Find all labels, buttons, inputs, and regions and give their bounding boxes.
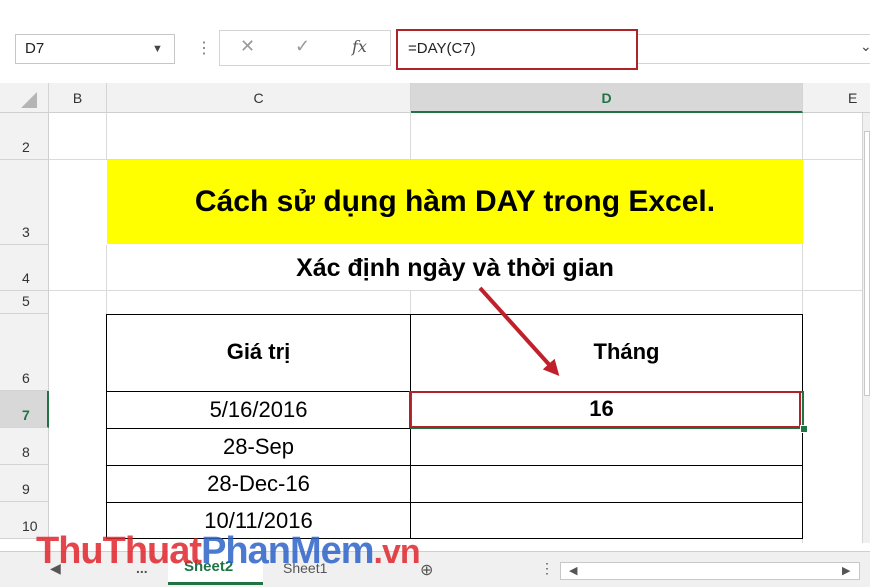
sheet-title: Cách sử dụng hàm DAY trong Excel. bbox=[194, 185, 716, 218]
cell-d8[interactable] bbox=[411, 429, 802, 465]
annotation-box bbox=[409, 391, 801, 428]
name-box[interactable]: D7 ▼ bbox=[15, 34, 175, 64]
row-header-9[interactable]: 9 bbox=[0, 465, 49, 502]
add-sheet-icon[interactable]: ⊕ bbox=[420, 560, 433, 580]
select-all-icon bbox=[21, 92, 37, 108]
formula-input[interactable]: =DAY(C7) bbox=[396, 29, 638, 70]
scroll-right-icon[interactable]: ▶ bbox=[842, 564, 850, 577]
formula-input-extension[interactable] bbox=[638, 34, 870, 64]
title-cell[interactable]: Cách sử dụng hàm DAY trong Excel. bbox=[107, 160, 803, 244]
row-header-5[interactable]: 5 bbox=[0, 291, 49, 314]
horizontal-scrollbar[interactable]: ◀ ▶ bbox=[560, 562, 860, 580]
enter-check-icon[interactable]: ✓ bbox=[295, 36, 310, 57]
fill-handle[interactable] bbox=[800, 425, 808, 433]
drag-handle-icon[interactable]: ⋮ bbox=[540, 560, 554, 577]
vertical-scroll-thumb[interactable] bbox=[864, 131, 870, 396]
column-header-e[interactable]: E bbox=[803, 83, 870, 113]
formula-buttons: ✕ ✓ fx bbox=[219, 30, 391, 66]
cell-c8[interactable]: 28-Sep bbox=[107, 434, 410, 460]
expand-formula-icon[interactable]: ⌄ bbox=[860, 38, 870, 55]
gridline bbox=[410, 113, 411, 160]
formula-text: =DAY(C7) bbox=[408, 40, 476, 57]
drag-handle-icon[interactable]: ⋮ bbox=[196, 38, 212, 58]
cell-c9[interactable]: 28-Dec-16 bbox=[107, 471, 410, 497]
column-header-c[interactable]: C bbox=[107, 83, 411, 113]
column-header-d[interactable]: D bbox=[411, 83, 803, 113]
annotation-arrow-icon bbox=[478, 286, 560, 376]
scroll-left-icon[interactable]: ◀ bbox=[569, 564, 577, 577]
name-box-value: D7 bbox=[25, 40, 45, 57]
row-header-4[interactable]: 4 bbox=[0, 245, 49, 291]
row-header-2[interactable]: 2 bbox=[0, 113, 49, 160]
cell-d10[interactable] bbox=[411, 503, 802, 538]
header-gia-tri[interactable]: Giá trị bbox=[107, 339, 410, 365]
row-header-6[interactable]: 6 bbox=[0, 314, 49, 391]
column-header-b[interactable]: B bbox=[49, 83, 107, 113]
cancel-icon[interactable]: ✕ bbox=[240, 36, 255, 57]
insert-function-icon[interactable]: fx bbox=[352, 37, 367, 56]
column-header-row: B C D E bbox=[0, 83, 870, 113]
gridline bbox=[410, 291, 411, 314]
row-header-8[interactable]: 8 bbox=[0, 428, 49, 465]
row-header-7[interactable]: 7 bbox=[0, 391, 49, 428]
cell-c7[interactable]: 5/16/2016 bbox=[107, 397, 410, 423]
select-all-corner[interactable] bbox=[0, 83, 49, 113]
gridline bbox=[106, 113, 107, 160]
sheet-subtitle[interactable]: Xác định ngày và thời gian bbox=[107, 245, 803, 291]
chevron-down-icon[interactable]: ▼ bbox=[152, 43, 163, 55]
watermark-logo: ThuThuatPhanMem.vn bbox=[36, 530, 421, 572]
row-header-3[interactable]: 3 bbox=[0, 160, 49, 245]
formula-bar: D7 ▼ ⋮ ✕ ✓ fx =DAY(C7) ⌄ bbox=[0, 0, 870, 90]
cell-d9[interactable] bbox=[411, 466, 802, 502]
